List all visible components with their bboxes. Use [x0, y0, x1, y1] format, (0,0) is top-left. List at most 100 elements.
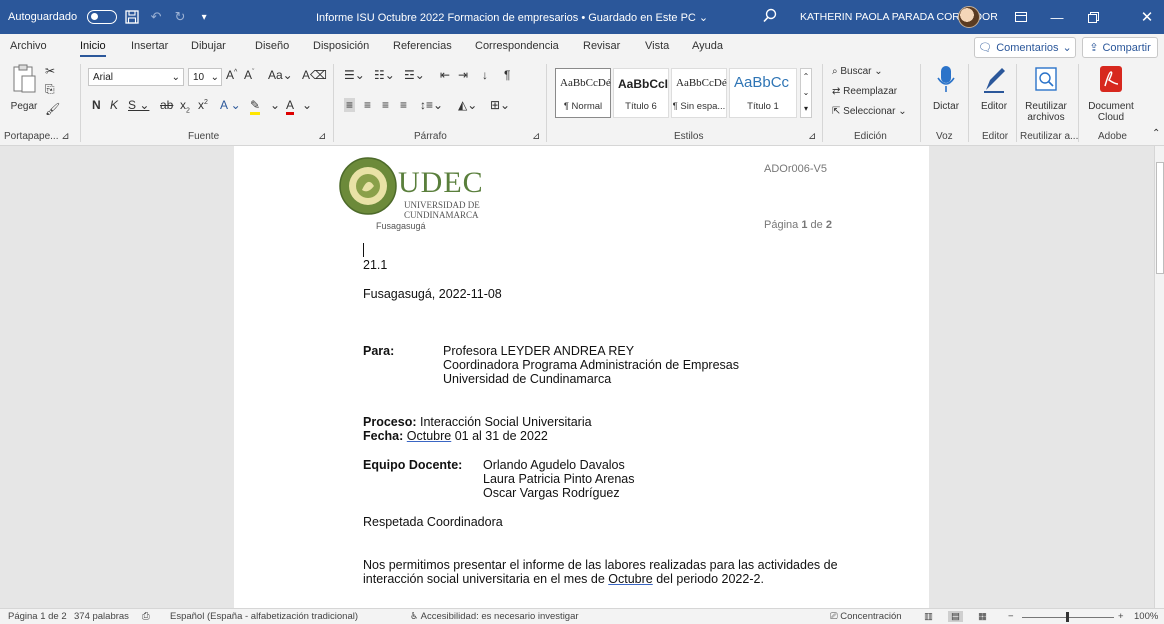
proofing-icon[interactable]: ⎙ [142, 611, 150, 622]
tab-ayuda[interactable]: Ayuda [692, 40, 723, 52]
chevron-down-icon[interactable]: ⌄ [270, 98, 280, 112]
cut-icon[interactable]: ✂ [45, 64, 55, 78]
editor-button[interactable]: Editor [974, 64, 1014, 112]
redo-icon[interactable]: ↻ [171, 8, 189, 26]
tab-correspondencia[interactable]: Correspondencia [475, 40, 559, 52]
save-icon[interactable] [123, 8, 141, 26]
numbering-icon[interactable]: ☷⌄ [374, 68, 395, 82]
font-color-icon[interactable]: A [286, 98, 295, 115]
minimize-icon[interactable]: — [1046, 6, 1068, 28]
tab-insertar[interactable]: Insertar [131, 40, 168, 52]
replace-button[interactable]: ⇄ Reemplazar [832, 86, 897, 97]
styles-scroll[interactable]: ⌃ ⌄ ▾ [800, 68, 812, 118]
ribbon-display-icon[interactable] [1010, 6, 1032, 28]
read-mode-icon[interactable]: ▥ [924, 611, 933, 622]
font-dialog-launcher-icon[interactable]: ⊿ [318, 131, 326, 142]
decrease-indent-icon[interactable]: ⇤ [440, 68, 450, 82]
align-center-icon[interactable]: ≡ [364, 98, 371, 112]
zoom-level[interactable]: 100% [1134, 611, 1158, 622]
style-normal[interactable]: AaBbCcDé ¶ Normal [555, 68, 611, 118]
scrollbar-thumb[interactable] [1156, 162, 1164, 274]
grow-font-icon[interactable]: A^ [226, 68, 237, 82]
align-left-icon[interactable]: ≡ [344, 98, 356, 112]
tab-revisar[interactable]: Revisar [583, 40, 620, 52]
group-label-reuse: Reutilizar a... [1020, 131, 1079, 142]
underline-icon[interactable]: S ⌄ [128, 98, 149, 112]
paste-button[interactable]: Pegar [6, 64, 42, 112]
show-marks-icon[interactable]: ¶ [504, 68, 510, 82]
bold-icon[interactable]: N [92, 98, 101, 112]
web-layout-icon[interactable]: ▦ [978, 611, 987, 622]
group-label-voice: Voz [936, 131, 953, 142]
multilevel-list-icon[interactable]: ☲⌄ [404, 68, 425, 82]
para-label: Para: [363, 344, 395, 358]
shrink-font-icon[interactable]: Aˇ [244, 68, 254, 82]
customize-toolbar-icon[interactable]: ▾ [195, 8, 213, 26]
superscript-icon[interactable]: x2 [198, 98, 208, 112]
styles-dialog-launcher-icon[interactable]: ⊿ [808, 131, 816, 142]
share-button[interactable]: ⇪ Compartir [1082, 37, 1158, 58]
print-layout-icon[interactable]: ▤ [948, 611, 963, 622]
paragraph-dialog-launcher-icon[interactable]: ⊿ [532, 131, 540, 142]
restore-icon[interactable] [1082, 6, 1104, 28]
tab-diseno[interactable]: Diseño [255, 40, 289, 52]
line-spacing-icon[interactable]: ↕≡⌄ [420, 98, 443, 112]
autosave-toggle[interactable] [87, 10, 118, 24]
find-button[interactable]: ⌕ Buscar ⌄ [832, 66, 883, 77]
dictate-button[interactable]: Dictar [926, 64, 966, 112]
tab-dibujar[interactable]: Dibujar [191, 40, 226, 52]
vertical-scrollbar[interactable] [1154, 146, 1164, 608]
title-bar: Autoguardado ↶ ↻ ▾ Informe ISU Octubre 2… [0, 0, 1164, 34]
zoom-out-icon[interactable]: − [1008, 611, 1014, 622]
sort-icon[interactable]: ↓ [482, 68, 488, 82]
reuse-files-button[interactable]: Reutilizar archivos [1022, 64, 1070, 123]
search-icon[interactable] [762, 8, 782, 26]
borders-icon[interactable]: ⊞⌄ [490, 98, 510, 112]
strikethrough-icon[interactable]: ab [160, 98, 173, 112]
increase-indent-icon[interactable]: ⇥ [458, 68, 468, 82]
tab-vista[interactable]: Vista [645, 40, 669, 52]
document-workspace[interactable]: UDEC UNIVERSIDAD DE CUNDINAMARCA Fusagas… [0, 146, 1154, 608]
status-words[interactable]: 374 palabras [74, 611, 129, 622]
tab-inicio[interactable]: Inicio [80, 40, 106, 57]
user-avatar[interactable] [958, 6, 980, 28]
ribbon: Pegar ✂ ⎘ 🖌 Arial ⌄ 10 ⌄ A^ Aˇ Aa⌄ A⌫ N K … [0, 60, 1164, 146]
highlight-icon[interactable]: ✎ [250, 98, 261, 115]
document-title[interactable]: Informe ISU Octubre 2022 Formacion de em… [316, 11, 708, 24]
close-icon[interactable]: ✕ [1136, 6, 1158, 28]
bullets-icon[interactable]: ☰⌄ [344, 68, 365, 82]
tab-archivo[interactable]: Archivo [10, 40, 47, 52]
style-sin-espaciado[interactable]: AaBbCcDé ¶ Sin espa... [671, 68, 727, 118]
font-name-input[interactable]: Arial ⌄ [88, 68, 184, 86]
format-painter-icon[interactable]: 🖌 [45, 102, 60, 116]
subscript-icon[interactable]: x2 [180, 98, 190, 114]
style-titulo-1[interactable]: AaBbCc Título 1 [729, 68, 797, 118]
zoom-in-icon[interactable]: + [1118, 611, 1124, 622]
document-page[interactable]: UDEC UNIVERSIDAD DE CUNDINAMARCA Fusagas… [234, 146, 929, 608]
tab-disposicion[interactable]: Disposición [313, 40, 369, 52]
align-right-icon[interactable]: ≡ [382, 98, 389, 112]
style-titulo-6[interactable]: AaBbCcI Título 6 [613, 68, 669, 118]
editor-pen-icon [984, 68, 1005, 93]
select-button[interactable]: ⇱ Seleccionar ⌄ [832, 106, 907, 117]
text-effects-icon[interactable]: A ⌄ [220, 98, 241, 112]
accessibility-status[interactable]: ♿ Accesibilidad: es necesario investigar [410, 611, 579, 622]
collapse-ribbon-icon[interactable]: ⌃ [1152, 128, 1160, 139]
clear-formatting-icon[interactable]: A⌫ [302, 68, 327, 82]
justify-icon[interactable]: ≡ [400, 98, 407, 112]
adobe-cloud-button[interactable]: Document Cloud [1086, 64, 1136, 123]
shading-icon[interactable]: ◭⌄ [458, 98, 477, 112]
chevron-down-icon[interactable]: ⌄ [302, 98, 312, 112]
status-page[interactable]: Página 1 de 2 [8, 611, 67, 622]
paste-icon [13, 64, 36, 93]
font-size-input[interactable]: 10 ⌄ [188, 68, 222, 86]
italic-icon[interactable]: K [110, 98, 118, 112]
change-case-icon[interactable]: Aa⌄ [268, 68, 293, 82]
undo-icon[interactable]: ↶ [147, 8, 165, 26]
tab-referencias[interactable]: Referencias [393, 40, 452, 52]
focus-mode[interactable]: ⎚ Concentración [830, 611, 902, 622]
status-language[interactable]: Español (España - alfabetización tradici… [170, 611, 358, 622]
zoom-slider-handle[interactable] [1066, 612, 1069, 622]
comments-button[interactable]: 🗨 Comentarios ⌄ [974, 37, 1076, 58]
copy-icon[interactable]: ⎘ [45, 82, 55, 97]
